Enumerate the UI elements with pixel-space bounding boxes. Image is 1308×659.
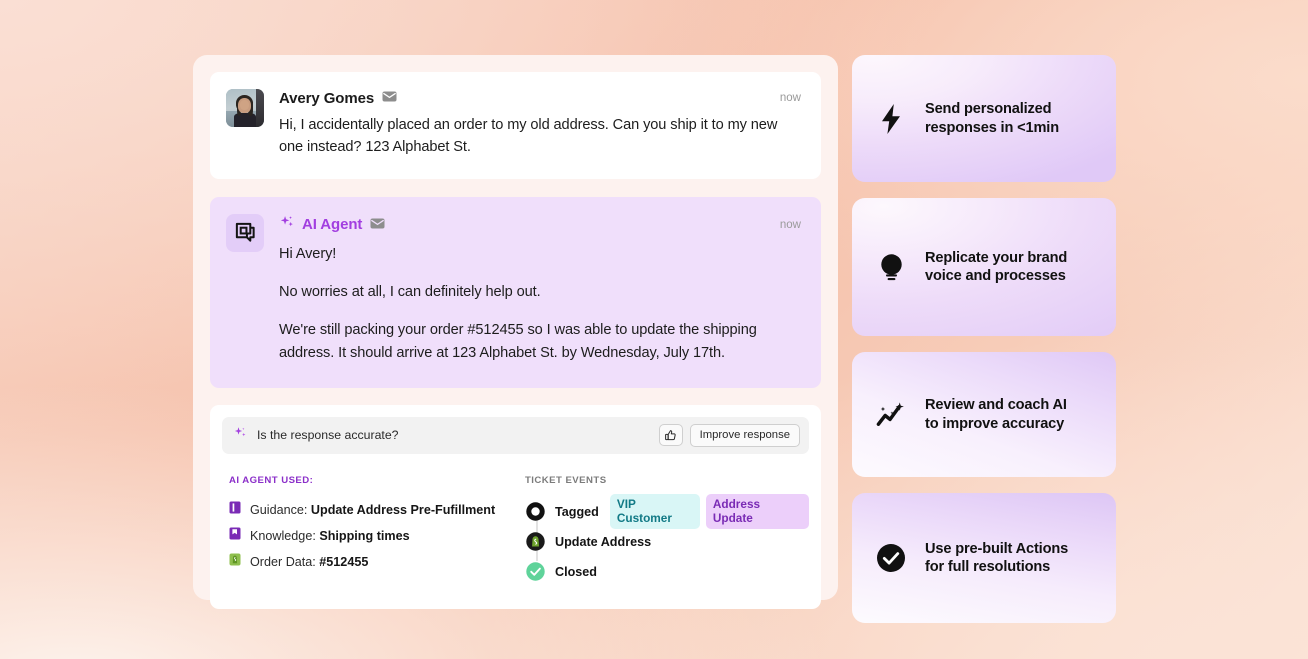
guidance-book-icon: [229, 501, 241, 519]
sparkle-icon: [233, 425, 249, 446]
agent-sender-name: AI Agent: [302, 216, 363, 234]
ticket-event-label: Update Address: [555, 534, 652, 549]
ticket-event-row: Update Address: [525, 527, 809, 557]
feature-card-line2: responses in <1min: [925, 119, 1059, 136]
feature-card-line2: for full resolutions: [925, 559, 1051, 575]
ticket-event-label: Closed: [555, 564, 597, 579]
agent-message-body: AI Agent now Hi Avery! No worries at all…: [279, 214, 801, 364]
sparkle-icon: [279, 214, 296, 236]
ticket-events-section: TICKET EVENTS Tagged VIP Customer Addres…: [525, 475, 809, 587]
feature-card-text: Review and coach AI to improve accuracy: [925, 396, 1067, 432]
agent-message-card: AI Agent now Hi Avery! No worries at all…: [210, 196, 821, 388]
envelope-icon: [370, 216, 385, 234]
agent-used-label: Guidance: Update Address Pre-Fufillment: [250, 503, 495, 517]
feature-card-line1: Use pre-built Actions: [925, 540, 1069, 557]
user-message-header: Avery Gomes now: [279, 89, 801, 107]
agent-paragraph: Hi Avery!: [279, 245, 337, 262]
feature-card-text: Replicate your brand voice and processes: [925, 249, 1067, 285]
chart-sparkle-icon: [876, 400, 906, 430]
status-badge: VIP Customer: [609, 494, 700, 530]
agent-used-item: Knowledge: Shipping times: [229, 523, 525, 549]
feature-card-send-personalized-responses[interactable]: Send personalized responses in <1min: [852, 55, 1116, 182]
agent-used-item: Order Data: #512455: [229, 549, 525, 575]
feedback-actions: Improve response: [658, 423, 800, 447]
feature-card-prebuilt-actions[interactable]: Use pre-built Actions for full resolutio…: [852, 493, 1116, 623]
ticket-event-tags: VIP Customer Address Update: [609, 494, 809, 530]
thumbs-up-button[interactable]: [658, 424, 683, 447]
feature-card-line1: Review and coach AI: [925, 397, 1067, 414]
agent-used-value: Shipping times: [319, 528, 410, 543]
ticket-event-row: Tagged VIP Customer Address Update: [525, 494, 809, 530]
agent-used-value: #512455: [319, 554, 369, 569]
lightbulb-icon: [876, 252, 906, 282]
user-message-card: Avery Gomes now Hi, I accidentally place…: [210, 72, 821, 179]
feedback-question: Is the response accurate?: [257, 428, 399, 443]
ticket-events-title: TICKET EVENTS: [525, 474, 607, 486]
status-badge: Address Update: [705, 494, 809, 530]
user-message-text: Hi, I accidentally placed an order to my…: [279, 117, 778, 156]
user-message-body: Avery Gomes now Hi, I accidentally place…: [279, 89, 801, 159]
feature-card-list: Send personalized responses in <1min Rep…: [852, 55, 1116, 639]
ticket-event-row: Closed: [525, 557, 809, 587]
feature-card-review-coach-ai[interactable]: Review and coach AI to improve accuracy: [852, 352, 1116, 477]
agent-used-label: Knowledge: Shipping times: [250, 529, 410, 543]
ring-icon: [525, 501, 546, 522]
agent-message-text: Hi Avery! No worries at all, I can defin…: [279, 243, 801, 364]
agent-used-key: Knowledge:: [250, 528, 316, 543]
agent-used-key: Guidance:: [250, 502, 308, 517]
feature-card-line1: Send personalized: [925, 101, 1052, 118]
agent-paragraph: We're still packing your order #512455 s…: [279, 322, 757, 361]
message-timestamp: now: [779, 218, 801, 231]
check-circle-filled-icon: [876, 543, 906, 573]
ai-agent-used-section: AI AGENT USED: Guidance: Update Address …: [229, 475, 525, 587]
feature-card-line2: voice and processes: [925, 268, 1066, 284]
improve-response-button[interactable]: Improve response: [689, 423, 800, 447]
shopify-circle-icon: [525, 531, 546, 552]
ai-agent-used-title: AI AGENT USED:: [229, 474, 314, 486]
feature-card-replicate-brand-voice[interactable]: Replicate your brand voice and processes: [852, 198, 1116, 336]
ticket-event-label: Tagged: [555, 504, 599, 519]
check-circle-icon: [525, 561, 546, 582]
feature-card-text: Send personalized responses in <1min: [925, 100, 1059, 136]
agent-used-item: Guidance: Update Address Pre-Fufillment: [229, 497, 525, 523]
ticket-events-timeline: Tagged VIP Customer Address Update Updat…: [525, 494, 809, 587]
feature-card-text: Use pre-built Actions for full resolutio…: [925, 540, 1068, 576]
avatar: [226, 89, 264, 127]
ticket-meta: AI AGENT USED: Guidance: Update Address …: [222, 475, 809, 587]
conversation-panel: Avery Gomes now Hi, I accidentally place…: [193, 55, 838, 609]
feedback-bar: Is the response accurate? Improve respon…: [222, 416, 809, 454]
message-timestamp: now: [779, 92, 801, 104]
ticket-details-card: Is the response accurate? Improve respon…: [210, 404, 821, 609]
feature-card-line2: to improve accuracy: [925, 415, 1065, 432]
feature-card-line1: Replicate your brand: [925, 249, 1068, 266]
envelope-icon: [382, 89, 397, 107]
agent-paragraph: No worries at all, I can definitely help…: [279, 283, 541, 300]
knowledge-bookmark-icon: [229, 527, 241, 545]
shopify-bag-icon: [229, 553, 241, 571]
agent-used-label: Order Data: #512455: [250, 555, 368, 569]
lightning-bolt-icon: [876, 103, 906, 134]
sender-name: Avery Gomes: [279, 89, 375, 107]
ai-agent-avatar-icon: [226, 213, 264, 252]
agent-used-key: Order Data:: [250, 554, 316, 569]
agent-message-header: AI Agent now: [279, 214, 801, 236]
agent-used-value: Update Address Pre-Fufillment: [310, 502, 496, 517]
